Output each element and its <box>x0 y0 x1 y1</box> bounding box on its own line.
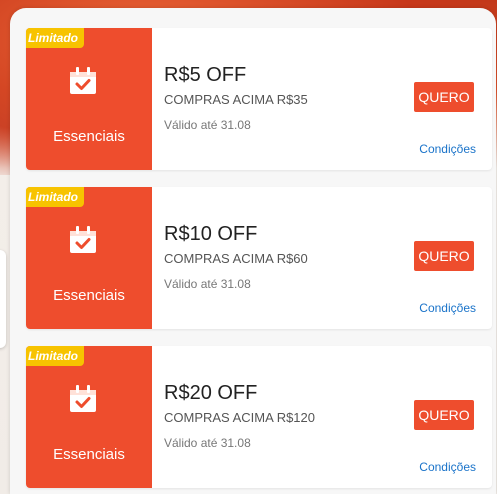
coupon-card: Limitado Essenciais R$10 OFF COMPRAS ACI… <box>26 187 492 329</box>
coupon-left-section: Limitado Essenciais <box>26 346 152 488</box>
conditions-link[interactable]: Condições <box>419 460 476 474</box>
coupon-title: R$5 OFF <box>164 64 247 86</box>
claim-button[interactable]: QUERO <box>414 82 474 112</box>
calendar-check-icon <box>70 385 96 412</box>
coupon-left-section: Limitado Essenciais <box>26 187 152 329</box>
limited-badge: Limitado <box>26 187 84 207</box>
category-label: Essenciais <box>53 446 125 463</box>
coupon-card: Limitado Essenciais R$20 OFF COMPRAS ACI… <box>26 346 492 488</box>
coupon-card: Limitado Essenciais R$5 OFF COMPRAS ACIM… <box>26 28 492 170</box>
perforated-edge <box>26 346 30 488</box>
coupon-left-section: Limitado Essenciais <box>26 28 152 170</box>
claim-button[interactable]: QUERO <box>414 400 474 430</box>
validity-date: Válido até 31.08 <box>164 436 251 450</box>
limited-badge: Limitado <box>26 28 84 48</box>
min-purchase: COMPRAS ACIMA R$60 <box>164 251 308 266</box>
calendar-check-icon <box>70 67 96 94</box>
validity-date: Válido até 31.08 <box>164 118 251 132</box>
coupon-title: R$10 OFF <box>164 223 258 245</box>
category-label: Essenciais <box>53 128 125 145</box>
conditions-link[interactable]: Condições <box>419 301 476 315</box>
perforated-edge <box>26 187 30 329</box>
coupon-title: R$20 OFF <box>164 382 258 404</box>
calendar-check-icon <box>70 226 96 253</box>
validity-date: Válido até 31.08 <box>164 277 251 291</box>
perforated-edge <box>26 28 30 170</box>
background-card <box>0 250 6 348</box>
limited-badge: Limitado <box>26 346 84 366</box>
conditions-link[interactable]: Condições <box>419 142 476 156</box>
claim-button[interactable]: QUERO <box>414 241 474 271</box>
category-label: Essenciais <box>53 287 125 304</box>
min-purchase: COMPRAS ACIMA R$120 <box>164 410 315 425</box>
min-purchase: COMPRAS ACIMA R$35 <box>164 92 308 107</box>
